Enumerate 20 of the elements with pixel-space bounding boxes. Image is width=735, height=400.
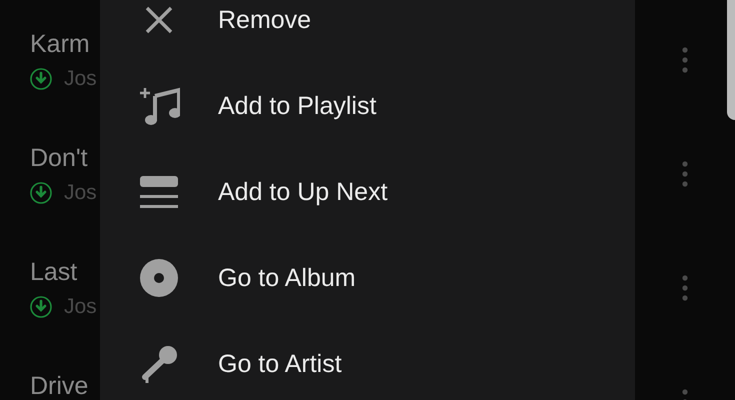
menu-item[interactable]: Add to Up Next [100,149,635,235]
track-artist: Jos [64,181,97,205]
track-title: Last [30,257,78,287]
queue-icon [139,175,179,209]
track-artist: Jos [64,67,97,91]
microphone-icon [139,344,179,384]
more-options-icon[interactable] [682,275,688,301]
menu-item[interactable]: Remove [100,0,635,63]
track-title: Don't [30,143,88,173]
music-note-plus-icon [138,86,180,126]
more-options-icon[interactable] [682,161,688,187]
more-options-icon[interactable] [682,47,688,73]
menu-item[interactable]: Add to Playlist [100,63,635,149]
close-icon [144,5,174,35]
disc-icon [139,258,179,298]
track-artist: Jos [64,295,97,319]
menu-item[interactable]: Go to Album [100,235,635,321]
track-title: Karm [30,29,90,59]
menu-item[interactable]: Go to Artist [100,321,635,400]
track-title: Drive [30,371,88,400]
